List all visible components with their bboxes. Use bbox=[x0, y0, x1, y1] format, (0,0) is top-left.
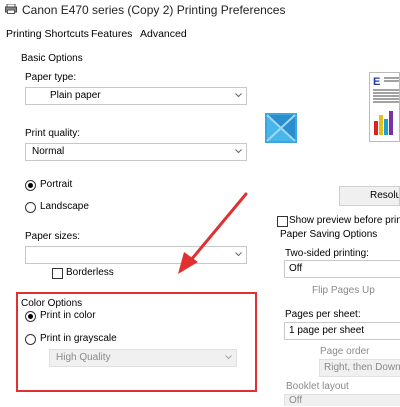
resolution-button[interactable]: Resolu bbox=[339, 186, 400, 206]
booklet-layout-dropdown[interactable]: Off bbox=[284, 394, 400, 406]
chevron-down-icon bbox=[235, 149, 242, 155]
paper-saving-heading: Paper Saving Options bbox=[280, 229, 378, 240]
booklet-layout-label: Booklet layout bbox=[286, 381, 349, 392]
print-in-grayscale-radio[interactable] bbox=[25, 334, 36, 345]
paper-type-value: Plain paper bbox=[50, 90, 101, 101]
title-bar: Canon E470 series (Copy 2) Printing Pref… bbox=[0, 0, 400, 22]
tab-bar: Printing Shortcuts Features Advanced bbox=[0, 28, 400, 46]
svg-text:E: E bbox=[373, 76, 380, 88]
grayscale-quality-dropdown[interactable]: High Quality bbox=[49, 349, 237, 367]
paper-type-dropdown[interactable]: Plain paper bbox=[25, 87, 247, 105]
print-in-color-label: Print in color bbox=[40, 310, 96, 321]
paper-type-label: Paper type: bbox=[25, 72, 77, 83]
resolution-button-label: Resolu bbox=[370, 190, 400, 201]
pages-per-sheet-dropdown[interactable]: 1 page per sheet bbox=[284, 322, 400, 340]
print-quality-label: Print quality: bbox=[25, 128, 81, 139]
print-preview-image: E bbox=[369, 72, 400, 142]
borderless-checkbox[interactable] bbox=[52, 268, 63, 279]
two-sided-dropdown[interactable]: Off bbox=[284, 260, 400, 278]
annotation-arrow bbox=[170, 188, 252, 278]
pages-per-sheet-label: Pages per sheet: bbox=[285, 309, 361, 320]
landscape-label: Landscape bbox=[40, 201, 89, 212]
booklet-layout-value: Off bbox=[289, 395, 303, 406]
tab-features[interactable]: Features bbox=[91, 28, 132, 40]
print-quality-value: Normal bbox=[32, 146, 65, 157]
print-in-color-radio[interactable] bbox=[25, 311, 36, 322]
page-order-value: Right, then Down bbox=[324, 362, 400, 373]
color-options-heading: Color Options bbox=[21, 298, 83, 309]
landscape-radio[interactable] bbox=[25, 202, 36, 213]
flip-pages-label: Flip Pages Up bbox=[312, 285, 375, 296]
show-preview-checkbox[interactable] bbox=[277, 216, 288, 227]
portrait-radio[interactable] bbox=[25, 180, 36, 191]
windows-logo-icon bbox=[255, 67, 291, 106]
tab-printing-shortcuts[interactable]: Printing Shortcuts bbox=[6, 28, 89, 40]
pages-per-sheet-value: 1 page per sheet bbox=[289, 325, 365, 336]
chevron-down-icon bbox=[235, 93, 242, 99]
grayscale-quality-value: High Quality bbox=[56, 352, 111, 363]
portrait-label: Portrait bbox=[40, 179, 73, 190]
print-quality-dropdown[interactable]: Normal bbox=[25, 143, 247, 161]
show-preview-label: Show preview before print bbox=[289, 215, 400, 226]
page-order-label: Page order bbox=[320, 346, 370, 357]
tab-advanced[interactable]: Advanced bbox=[140, 28, 187, 40]
printer-icon bbox=[5, 3, 17, 14]
basic-options-heading: Basic Options bbox=[21, 53, 83, 64]
chevron-down-icon bbox=[225, 355, 232, 361]
page-order-dropdown[interactable]: Right, then Down bbox=[319, 359, 400, 377]
windows-icon bbox=[265, 113, 297, 146]
window-title: Canon E470 series (Copy 2) Printing Pref… bbox=[22, 3, 286, 17]
two-sided-label: Two-sided printing: bbox=[285, 248, 369, 259]
paper-sizes-label: Paper sizes: bbox=[25, 231, 81, 242]
borderless-label: Borderless bbox=[66, 267, 114, 278]
print-in-grayscale-label: Print in grayscale bbox=[40, 333, 117, 344]
two-sided-value: Off bbox=[289, 263, 303, 274]
